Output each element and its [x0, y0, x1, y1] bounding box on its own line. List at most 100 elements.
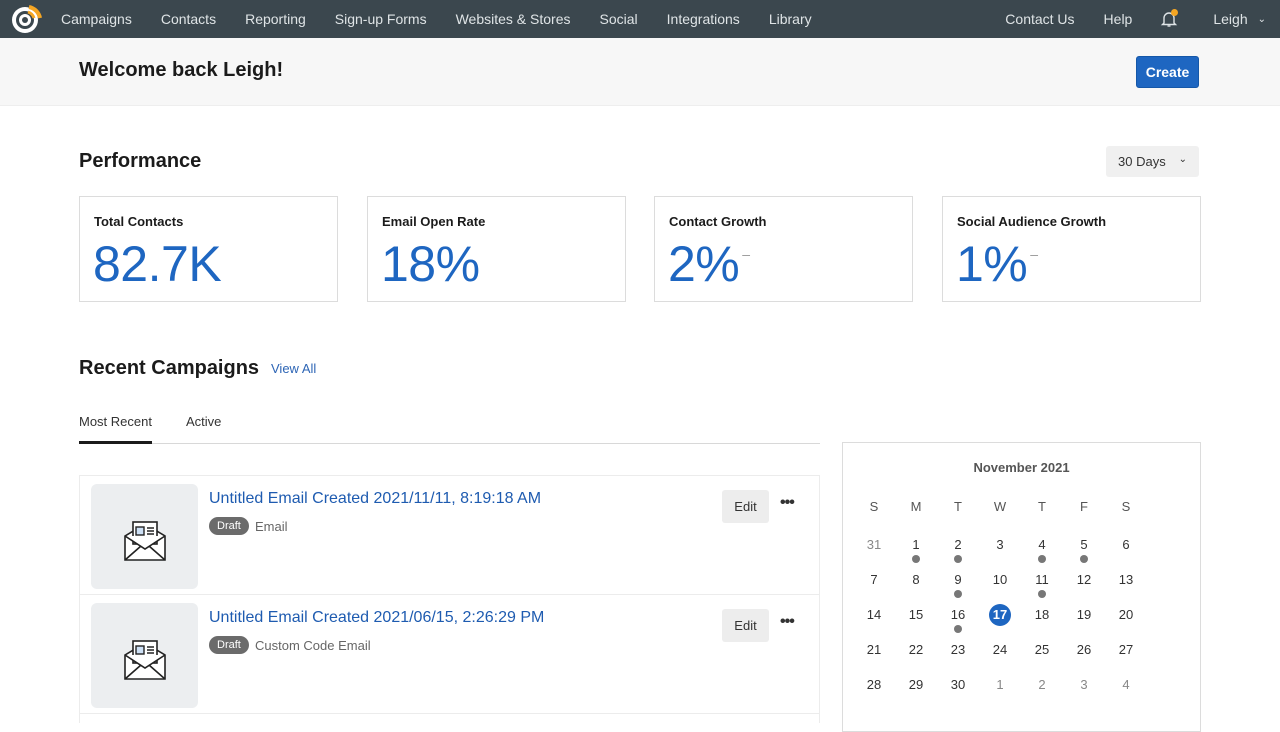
- calendar-day[interactable]: 23: [937, 639, 979, 674]
- date-range-value: 30 Days: [1118, 154, 1166, 169]
- calendar-day-number: 31: [866, 537, 882, 552]
- calendar-day-number: 4: [1122, 677, 1130, 692]
- campaign-row[interactable]: Untitled Email Created 2021/11/11, 8:19:…: [79, 475, 820, 594]
- calendar-day[interactable]: 11: [1021, 569, 1063, 604]
- calendar-day-number: 25: [1034, 642, 1050, 657]
- calendar-day[interactable]: 16: [937, 604, 979, 639]
- calendar-grid: S M T W T F S 31 1 2 3 4 5 6 7 8 9 10 11 12 13 14 15 16 1…: [853, 499, 1189, 709]
- campaign-row[interactable]: [79, 713, 820, 723]
- tab-most-recent[interactable]: Most Recent: [79, 414, 152, 444]
- calendar-day[interactable]: 7: [853, 569, 895, 604]
- campaign-title-link[interactable]: Untitled Email Created 2021/11/11, 8:19:…: [209, 490, 541, 508]
- calendar-day-number: 27: [1118, 642, 1134, 657]
- calendar-day-number: 16: [950, 607, 966, 622]
- calendar-day[interactable]: 8: [895, 569, 937, 604]
- calendar-day-number: 22: [908, 642, 924, 657]
- calendar-day[interactable]: 27: [1105, 639, 1147, 674]
- calendar-day[interactable]: 6: [1105, 534, 1147, 569]
- calendar-day-number: 29: [908, 677, 924, 692]
- calendar-day[interactable]: 5: [1063, 534, 1105, 569]
- calendar-week-row: 14 15 16 17 18 19 20: [853, 604, 1189, 639]
- user-name: Leigh: [1213, 11, 1248, 27]
- calendar-day[interactable]: 4: [1021, 534, 1063, 569]
- nav-right: Contact Us Help Leigh ⌄: [1005, 0, 1280, 38]
- create-button[interactable]: Create: [1136, 56, 1199, 88]
- welcome-title: Welcome back Leigh!: [79, 59, 284, 81]
- calendar-week-row: 28 29 30 1 2 3 4: [853, 674, 1189, 709]
- more-options-icon[interactable]: •••: [780, 613, 795, 631]
- more-options-icon[interactable]: •••: [780, 494, 795, 512]
- calendar-day[interactable]: 21: [853, 639, 895, 674]
- nav-campaigns[interactable]: Campaigns: [61, 11, 132, 27]
- metric-card-total-contacts[interactable]: Total Contacts 82.7K: [79, 196, 338, 302]
- constant-contact-logo[interactable]: [9, 2, 43, 36]
- campaign-scheduled-dot: [1038, 590, 1046, 598]
- metric-label: Total Contacts: [94, 214, 184, 229]
- calendar-day[interactable]: 20: [1105, 604, 1147, 639]
- calendar-day-number: 10: [992, 572, 1008, 587]
- calendar-day-today[interactable]: 17: [979, 604, 1021, 639]
- campaign-scheduled-dot: [1080, 555, 1088, 563]
- nav-reporting[interactable]: Reporting: [245, 11, 306, 27]
- calendar-day[interactable]: 22: [895, 639, 937, 674]
- campaign-scheduled-dot: [912, 555, 920, 563]
- nav-signup-forms[interactable]: Sign-up Forms: [335, 11, 427, 27]
- metric-card-contact-growth[interactable]: Contact Growth 2% –: [654, 196, 913, 302]
- calendar-day[interactable]: 3: [979, 534, 1021, 569]
- user-menu[interactable]: Leigh ⌄: [1213, 11, 1266, 27]
- metric-card-email-open-rate[interactable]: Email Open Rate 18%: [367, 196, 626, 302]
- calendar-day-number: 14: [866, 607, 882, 622]
- calendar-day[interactable]: 1: [979, 674, 1021, 709]
- tab-active[interactable]: Active: [186, 414, 221, 429]
- calendar-day[interactable]: 26: [1063, 639, 1105, 674]
- calendar-day[interactable]: 9: [937, 569, 979, 604]
- calendar-day[interactable]: 18: [1021, 604, 1063, 639]
- notification-bell-icon[interactable]: [1160, 9, 1179, 28]
- status-badge: Draft: [209, 636, 249, 654]
- view-all-link[interactable]: View All: [271, 361, 316, 376]
- calendar-day[interactable]: 24: [979, 639, 1021, 674]
- calendar-day-number: 23: [950, 642, 966, 657]
- calendar-day[interactable]: 4: [1105, 674, 1147, 709]
- campaign-row[interactable]: Untitled Email Created 2021/06/15, 2:26:…: [79, 594, 820, 713]
- calendar-week-row: 21 22 23 24 25 26 27: [853, 639, 1189, 674]
- weekday-label: S: [869, 499, 879, 514]
- calendar-day[interactable]: 10: [979, 569, 1021, 604]
- campaign-type: Custom Code Email: [255, 638, 371, 653]
- calendar-day-number: 30: [950, 677, 966, 692]
- edit-button[interactable]: Edit: [722, 609, 769, 642]
- nav-contacts[interactable]: Contacts: [161, 11, 216, 27]
- calendar-day[interactable]: 30: [937, 674, 979, 709]
- metric-label: Contact Growth: [669, 214, 767, 229]
- calendar-day[interactable]: 12: [1063, 569, 1105, 604]
- nav-websites-stores[interactable]: Websites & Stores: [456, 11, 571, 27]
- weekday-label: M: [910, 499, 922, 514]
- calendar-day[interactable]: 29: [895, 674, 937, 709]
- calendar-day[interactable]: 25: [1021, 639, 1063, 674]
- metric-card-social-audience-growth[interactable]: Social Audience Growth 1% –: [942, 196, 1201, 302]
- calendar-day[interactable]: 31: [853, 534, 895, 569]
- calendar-day[interactable]: 1: [895, 534, 937, 569]
- chevron-down-icon: ⌄: [1178, 154, 1187, 165]
- status-badge: Draft: [209, 517, 249, 535]
- calendar-day[interactable]: 2: [1021, 674, 1063, 709]
- calendar-day[interactable]: 28: [853, 674, 895, 709]
- calendar-day[interactable]: 14: [853, 604, 895, 639]
- campaign-tabs: Most Recent Active: [79, 412, 820, 444]
- nav-help[interactable]: Help: [1104, 11, 1133, 27]
- date-range-select[interactable]: 30 Days ⌄: [1106, 146, 1199, 177]
- calendar-day-number: 3: [1080, 677, 1088, 692]
- nav-library[interactable]: Library: [769, 11, 812, 27]
- calendar-day[interactable]: 15: [895, 604, 937, 639]
- calendar-day[interactable]: 13: [1105, 569, 1147, 604]
- campaign-scheduled-dot: [954, 555, 962, 563]
- calendar-day[interactable]: 3: [1063, 674, 1105, 709]
- chevron-down-icon: ⌄: [1257, 13, 1266, 25]
- calendar-day[interactable]: 19: [1063, 604, 1105, 639]
- nav-contact-us[interactable]: Contact Us: [1005, 11, 1074, 27]
- nav-integrations[interactable]: Integrations: [667, 11, 740, 27]
- nav-social[interactable]: Social: [600, 11, 638, 27]
- calendar-day[interactable]: 2: [937, 534, 979, 569]
- edit-button[interactable]: Edit: [722, 490, 769, 523]
- campaign-title-link[interactable]: Untitled Email Created 2021/06/15, 2:26:…: [209, 609, 544, 627]
